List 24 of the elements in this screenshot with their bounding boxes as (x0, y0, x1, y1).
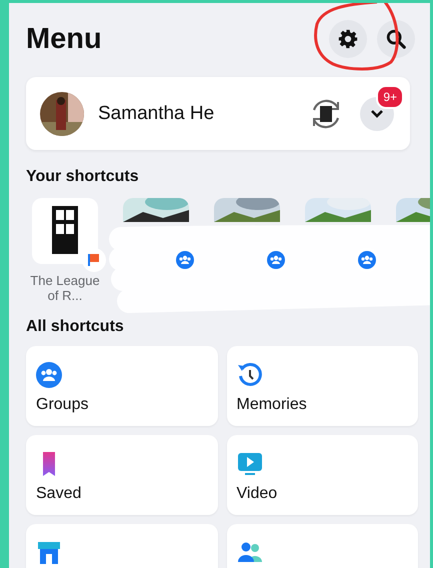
clock-icon (236, 362, 262, 388)
shortcut-label: Groups (36, 396, 88, 414)
search-icon (385, 28, 407, 50)
profile-card[interactable]: Samantha He 9+ (26, 77, 410, 150)
shortcut-card[interactable]: Video (226, 435, 418, 515)
settings-button[interactable] (329, 20, 367, 58)
notification-badge: 9+ (376, 84, 404, 108)
shortcut-card[interactable]: Memories (226, 346, 418, 426)
profile-name: Samantha He (98, 102, 216, 124)
groups-icon (36, 362, 62, 388)
page-title: Menu (26, 22, 102, 56)
shortcut-card[interactable]: Groups (26, 346, 218, 426)
store-icon (36, 540, 62, 566)
shortcut-label: Video (236, 485, 278, 503)
shortcut-label: Saved (36, 485, 82, 503)
shortcut-card[interactable]: Saved (26, 435, 218, 515)
section-title: Your shortcuts (26, 168, 140, 186)
settings-icon (338, 29, 358, 49)
search-button[interactable] (377, 20, 415, 58)
shortcut-label: The League of R... (29, 273, 101, 303)
chevron-icon (370, 108, 384, 118)
section-title: All shortcuts (26, 318, 125, 336)
shortcut-label: Memories (236, 396, 307, 414)
video-icon (236, 451, 262, 477)
